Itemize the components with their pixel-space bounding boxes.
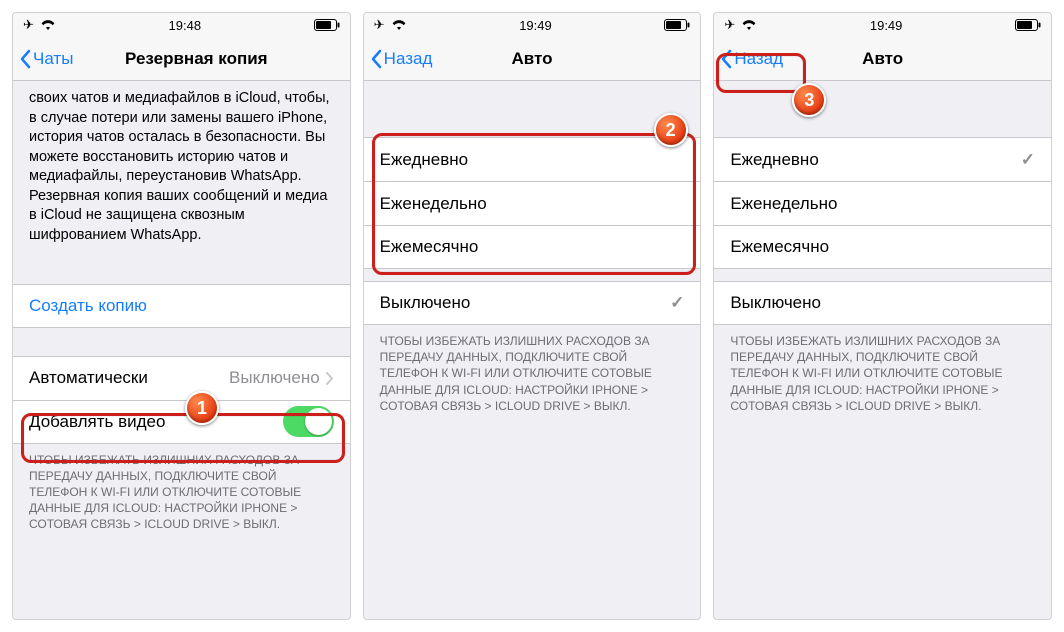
create-backup-label: Создать копию (29, 296, 147, 316)
back-button[interactable]: Чаты (13, 49, 73, 69)
option-off[interactable]: Выключено (714, 281, 1051, 325)
option-weekly[interactable]: Еженедельно (364, 181, 701, 225)
option-label: Ежедневно (380, 150, 468, 170)
option-daily[interactable]: Ежедневно (364, 137, 701, 181)
chevron-left-icon (720, 49, 732, 69)
option-label: Ежедневно (730, 150, 818, 170)
wifi-icon (40, 19, 56, 31)
option-label: Ежемесячно (730, 237, 829, 257)
option-monthly[interactable]: Ежемесячно (714, 225, 1051, 269)
auto-backup-cell[interactable]: Автоматически Выключено (13, 356, 350, 400)
option-monthly[interactable]: Ежемесячно (364, 225, 701, 269)
status-time: 19:49 (519, 18, 552, 33)
airplane-icon: ✈ (374, 17, 385, 33)
back-label: Чаты (33, 49, 73, 69)
battery-icon (314, 19, 340, 31)
phone-screen-1: ✈ 19:48 Чаты Резервная копия своих чатов… (12, 12, 351, 620)
back-label: Назад (384, 49, 433, 69)
back-button[interactable]: Назад (714, 49, 783, 69)
nav-bar: Чаты Резервная копия (13, 37, 350, 81)
wifi-icon (741, 19, 757, 31)
chevron-left-icon (370, 49, 382, 69)
option-label: Еженедельно (380, 194, 487, 214)
footer-note: Чтобы избежать излишних расходов за пере… (13, 444, 350, 543)
option-label: Ежемесячно (380, 237, 479, 257)
status-bar: ✈ 19:48 (13, 13, 350, 37)
option-daily[interactable]: Ежедневно ✓ (714, 137, 1051, 181)
include-video-cell[interactable]: Добавлять видео (13, 400, 350, 444)
back-button[interactable]: Назад (364, 49, 433, 69)
airplane-icon: ✈ (724, 17, 735, 33)
status-time: 19:49 (870, 18, 903, 33)
step-badge-1: 1 (185, 391, 219, 425)
checkmark-icon: ✓ (1021, 150, 1035, 170)
footer-note: Чтобы избежать излишних расходов за пере… (364, 325, 701, 424)
content-area: Ежедневно Еженедельно Ежемесячно Выключе… (364, 81, 701, 619)
include-video-label: Добавлять видео (29, 412, 165, 432)
chevron-left-icon (19, 49, 31, 69)
chevron-right-icon (326, 372, 334, 385)
option-label: Еженедельно (730, 194, 837, 214)
checkmark-icon: ✓ (670, 293, 684, 313)
include-video-toggle[interactable] (283, 406, 334, 437)
footer-note: Чтобы избежать излишних расходов за пере… (714, 325, 1051, 424)
content-area: своих чатов и медиафайлов в iCloud, чтоб… (13, 81, 350, 619)
option-label: Выключено (380, 293, 471, 313)
content-area: Ежедневно ✓ Еженедельно Ежемесячно Выклю… (714, 81, 1051, 619)
phone-screen-3: ✈ 19:49 Назад Авто Ежедневно ✓ Еженедель… (713, 12, 1052, 620)
status-bar: ✈ 19:49 (714, 13, 1051, 37)
wifi-icon (391, 19, 407, 31)
nav-bar: Назад Авто (714, 37, 1051, 81)
option-off[interactable]: Выключено ✓ (364, 281, 701, 325)
option-weekly[interactable]: Еженедельно (714, 181, 1051, 225)
create-backup-cell[interactable]: Создать копию (13, 284, 350, 328)
back-label: Назад (734, 49, 783, 69)
step-badge-2: 2 (654, 113, 688, 147)
status-time: 19:48 (169, 18, 202, 33)
auto-label: Автоматически (29, 368, 148, 388)
auto-value: Выключено (229, 368, 320, 388)
intro-text: своих чатов и медиафайлов в iCloud, чтоб… (13, 81, 350, 256)
battery-icon (664, 19, 690, 31)
status-bar: ✈ 19:49 (364, 13, 701, 37)
option-label: Выключено (730, 293, 821, 313)
phone-screen-2: ✈ 19:49 Назад Авто Ежедневно Еженедельно… (363, 12, 702, 620)
airplane-icon: ✈ (23, 17, 34, 33)
nav-bar: Назад Авто (364, 37, 701, 81)
battery-icon (1015, 19, 1041, 31)
